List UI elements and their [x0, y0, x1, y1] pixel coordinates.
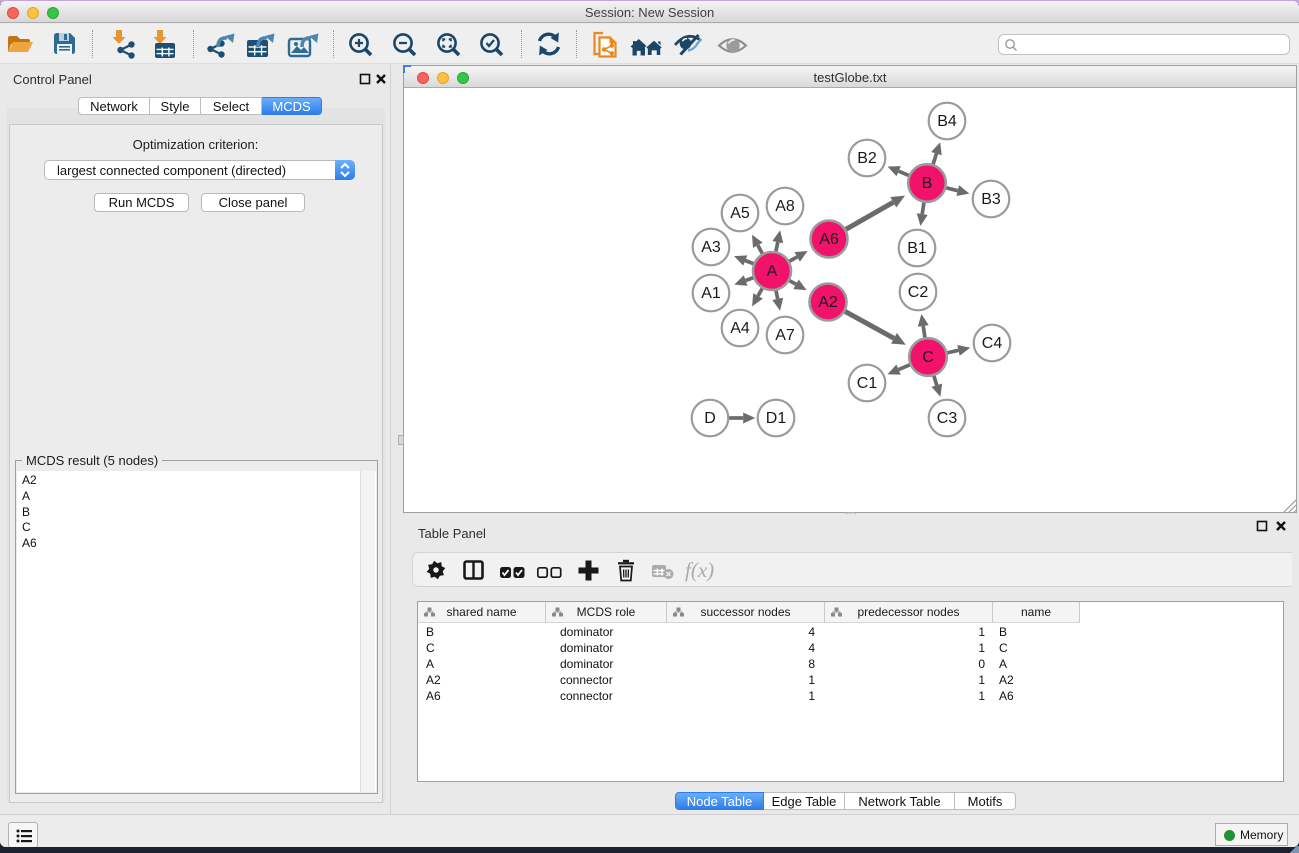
svg-text:A: A: [767, 263, 778, 280]
svg-text:A6: A6: [819, 231, 839, 248]
svg-text:C1: C1: [857, 375, 878, 392]
svg-text:B1: B1: [907, 240, 927, 257]
svg-text:B2: B2: [857, 150, 877, 167]
svg-text:A5: A5: [730, 205, 750, 222]
svg-text:C2: C2: [908, 284, 929, 301]
svg-text:B: B: [922, 175, 933, 192]
svg-text:D1: D1: [766, 410, 787, 427]
svg-text:A2: A2: [818, 294, 838, 311]
svg-text:B3: B3: [981, 191, 1001, 208]
svg-text:C4: C4: [982, 335, 1003, 352]
svg-text:A1: A1: [701, 285, 721, 302]
svg-text:A8: A8: [775, 198, 795, 215]
svg-text:B4: B4: [937, 113, 957, 130]
svg-text:A7: A7: [775, 327, 795, 344]
svg-text:D: D: [704, 410, 716, 427]
svg-text:A3: A3: [701, 239, 721, 256]
svg-text:C3: C3: [937, 410, 958, 427]
svg-text:A4: A4: [730, 320, 750, 337]
svg-text:C: C: [922, 349, 934, 366]
